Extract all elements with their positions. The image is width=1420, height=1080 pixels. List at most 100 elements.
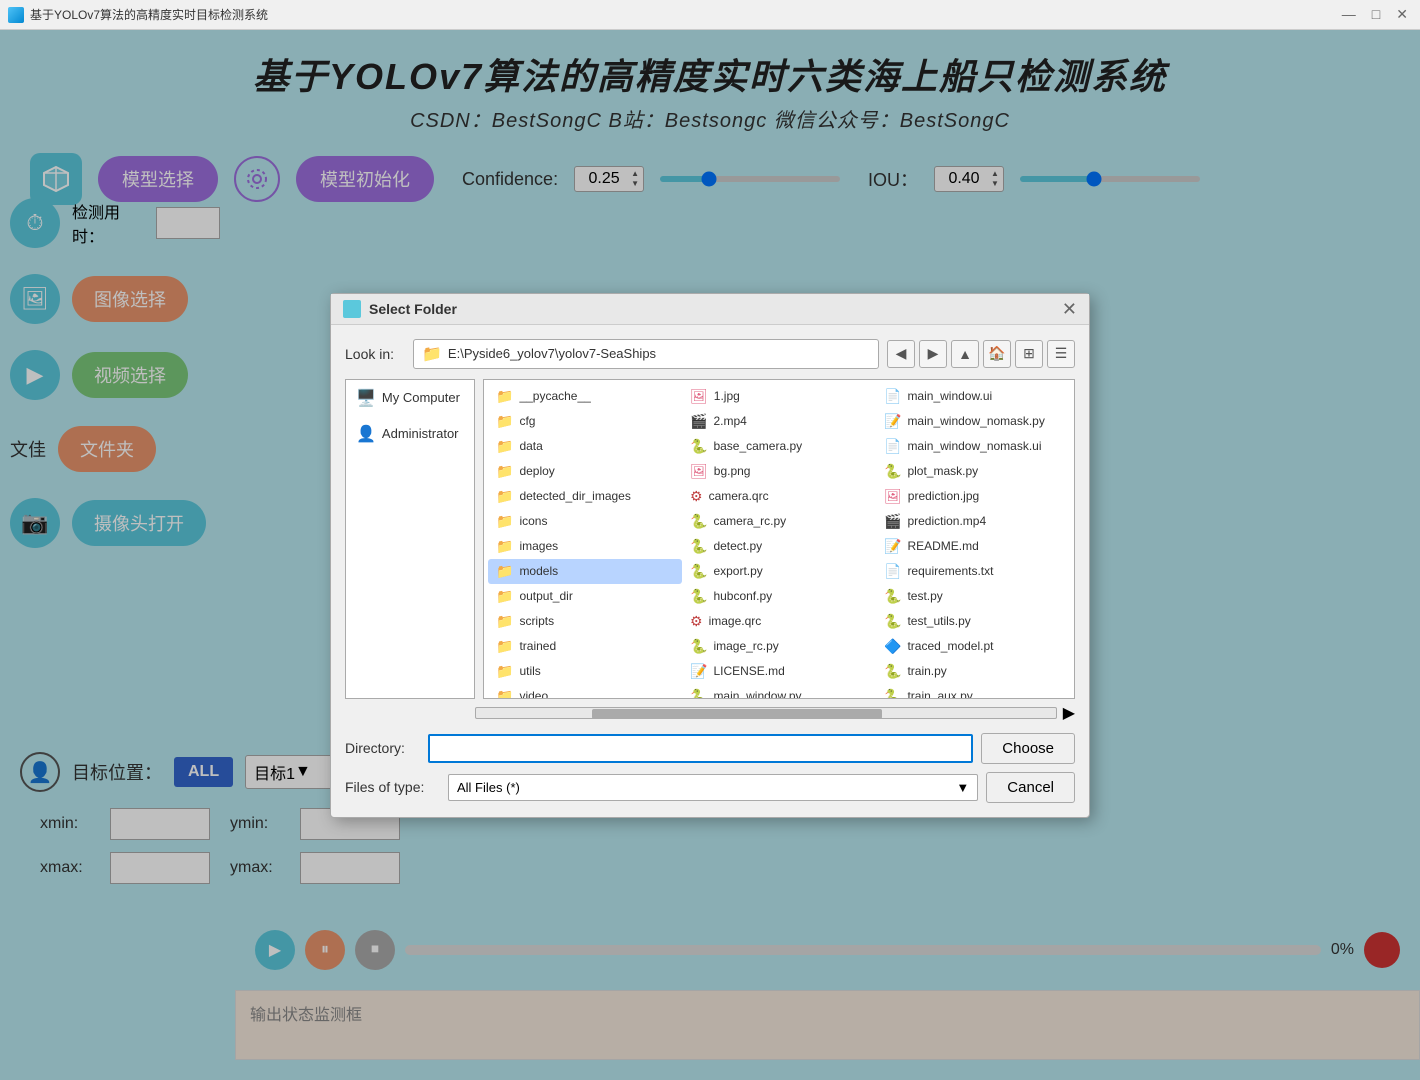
lookin-path-text: E:\Pyside6_yolov7\yolov7-SeaShips: [448, 346, 656, 361]
list-item[interactable]: ⚙ image.qrc: [682, 609, 876, 634]
list-item[interactable]: 🐍 detect.py: [682, 534, 876, 559]
lookin-nav-controls: ◀ ▶ ▲ 🏠 ⊞ ☰: [887, 340, 1075, 368]
folder-icon: 📁: [496, 413, 513, 430]
jpg-icon: 🖼: [690, 388, 708, 405]
close-button[interactable]: ✕: [1392, 6, 1412, 23]
list-item[interactable]: 🎬 2.mp4: [682, 409, 876, 434]
list-item[interactable]: 🐍 train.py: [876, 659, 1070, 684]
list-item[interactable]: 📁 output_dir: [488, 584, 682, 609]
folder-icon: 📁: [496, 488, 513, 505]
list-item[interactable]: 🐍 test.py: [876, 584, 1070, 609]
filetype-row: Files of type: All Files (*) ▼ Cancel: [345, 772, 1075, 803]
filetype-chevron: ▼: [956, 780, 969, 795]
py-icon: 🐍: [690, 638, 707, 655]
directory-input[interactable]: [428, 734, 973, 763]
view-list-button[interactable]: ☰: [1047, 340, 1075, 368]
window-controls[interactable]: — □ ✕: [1338, 6, 1412, 23]
pt-icon: 🔷: [884, 638, 901, 655]
dialog-title-bar: Select Folder ✕: [331, 294, 1089, 325]
list-item[interactable]: 🐍 plot_mask.py: [876, 459, 1070, 484]
list-item[interactable]: 📁 trained: [488, 634, 682, 659]
py-icon: 🐍: [884, 613, 901, 630]
select-folder-dialog: Select Folder ✕ Look in: 📁 E:\Pyside6_yo…: [330, 293, 1090, 818]
choose-button[interactable]: Choose: [981, 733, 1075, 764]
py-icon: 🐍: [690, 513, 707, 530]
scroll-right-arrow[interactable]: ▶: [1063, 703, 1075, 723]
folder-icon: 📁: [496, 638, 513, 655]
txt-icon: 📄: [884, 563, 901, 580]
dialog-body: Look in: 📁 E:\Pyside6_yolov7\yolov7-SeaS…: [331, 325, 1089, 817]
list-item[interactable]: 🐍 test_utils.py: [876, 609, 1070, 634]
folder-icon: 📁: [496, 538, 513, 555]
list-item[interactable]: 📁 icons: [488, 509, 682, 534]
qrc-icon: ⚙: [690, 613, 703, 630]
my-computer-label: My Computer: [382, 390, 460, 405]
nav-back-button[interactable]: ◀: [887, 340, 915, 368]
py-icon: 🐍: [884, 663, 901, 680]
list-item[interactable]: 🖼 1.jpg: [682, 384, 876, 409]
filetype-select[interactable]: All Files (*) ▼: [448, 774, 978, 801]
list-item[interactable]: 📁 utils: [488, 659, 682, 684]
folder-icon: 📁: [496, 463, 513, 480]
app-title: 基于YOLOv7算法的高精度实时目标检测系统: [30, 6, 268, 23]
md-icon: 📝: [690, 663, 707, 680]
folder-icon: 📁: [496, 588, 513, 605]
list-item[interactable]: 🎬 prediction.mp4: [876, 509, 1070, 534]
folder-icon: 📁: [496, 388, 513, 405]
administrator-item[interactable]: 👤 Administrator: [346, 416, 474, 452]
list-item[interactable]: 📁 video: [488, 684, 682, 699]
mp4-icon: 🎬: [884, 513, 901, 530]
py-icon: 🐍: [884, 588, 901, 605]
list-item[interactable]: 📁 images: [488, 534, 682, 559]
left-pane: 🖥️ My Computer 👤 Administrator: [345, 379, 475, 699]
list-item[interactable]: 📄 requirements.txt: [876, 559, 1070, 584]
list-item[interactable]: 📁 data: [488, 434, 682, 459]
list-item[interactable]: ⚙ camera.qrc: [682, 484, 876, 509]
maximize-button[interactable]: □: [1368, 6, 1384, 23]
scroll-thumb: [592, 709, 882, 719]
list-item[interactable]: 📁 deploy: [488, 459, 682, 484]
lookin-path: 📁 E:\Pyside6_yolov7\yolov7-SeaShips: [413, 339, 879, 369]
list-item[interactable]: 📁 detected_dir_images: [488, 484, 682, 509]
lookin-label: Look in:: [345, 346, 405, 362]
nav-up-button[interactable]: ▲: [951, 340, 979, 368]
list-item[interactable]: 🔷 traced_model.pt: [876, 634, 1070, 659]
scroll-track[interactable]: [475, 707, 1057, 719]
ui-icon: 📝: [884, 413, 901, 430]
list-item[interactable]: 📝 main_window_nomask.py: [876, 409, 1070, 434]
list-item[interactable]: 📄 main_window.ui: [876, 384, 1070, 409]
list-item[interactable]: 🖼 prediction.jpg: [876, 484, 1070, 509]
list-item[interactable]: 🐍 main_window.py: [682, 684, 876, 699]
list-item[interactable]: 🐍 camera_rc.py: [682, 509, 876, 534]
list-item[interactable]: 🐍 export.py: [682, 559, 876, 584]
list-item[interactable]: 📝 README.md: [876, 534, 1070, 559]
minimize-button[interactable]: —: [1338, 6, 1360, 23]
main-container: 基于YOLOv7算法的高精度实时六类海上船只检测系统 CSDN：BestSong…: [0, 30, 1420, 1080]
lookin-folder-icon: 📁: [422, 344, 442, 364]
nav-forward-button[interactable]: ▶: [919, 340, 947, 368]
horizontal-scrollbar[interactable]: ▶: [475, 703, 1075, 723]
list-item[interactable]: 🐍 hubconf.py: [682, 584, 876, 609]
dialog-close-button[interactable]: ✕: [1062, 300, 1077, 318]
list-item[interactable]: 🐍 base_camera.py: [682, 434, 876, 459]
list-item[interactable]: 📁 scripts: [488, 609, 682, 634]
list-item[interactable]: 🐍 image_rc.py: [682, 634, 876, 659]
my-computer-item[interactable]: 🖥️ My Computer: [346, 380, 474, 416]
list-item[interactable]: 📁 models: [488, 559, 682, 584]
py-icon: 🐍: [884, 688, 901, 699]
list-item[interactable]: 📁 cfg: [488, 409, 682, 434]
list-item[interactable]: 📁 __pycache__: [488, 384, 682, 409]
folder-icon: 📁: [496, 663, 513, 680]
py-icon: 🐍: [690, 438, 707, 455]
right-pane: 📁 __pycache__ 🖼 1.jpg 📄 main_window.ui: [483, 379, 1075, 699]
folder-icon: 📁: [496, 438, 513, 455]
title-bar: 基于YOLOv7算法的高精度实时目标检测系统 — □ ✕: [0, 0, 1420, 30]
nav-home-button[interactable]: 🏠: [983, 340, 1011, 368]
view-icons-button[interactable]: ⊞: [1015, 340, 1043, 368]
list-item[interactable]: 📄 main_window_nomask.ui: [876, 434, 1070, 459]
lookin-row: Look in: 📁 E:\Pyside6_yolov7\yolov7-SeaS…: [345, 339, 1075, 369]
cancel-button[interactable]: Cancel: [986, 772, 1075, 803]
list-item[interactable]: 📝 LICENSE.md: [682, 659, 876, 684]
list-item[interactable]: 🖼 bg.png: [682, 459, 876, 484]
list-item[interactable]: 🐍 train_aux.py: [876, 684, 1070, 699]
